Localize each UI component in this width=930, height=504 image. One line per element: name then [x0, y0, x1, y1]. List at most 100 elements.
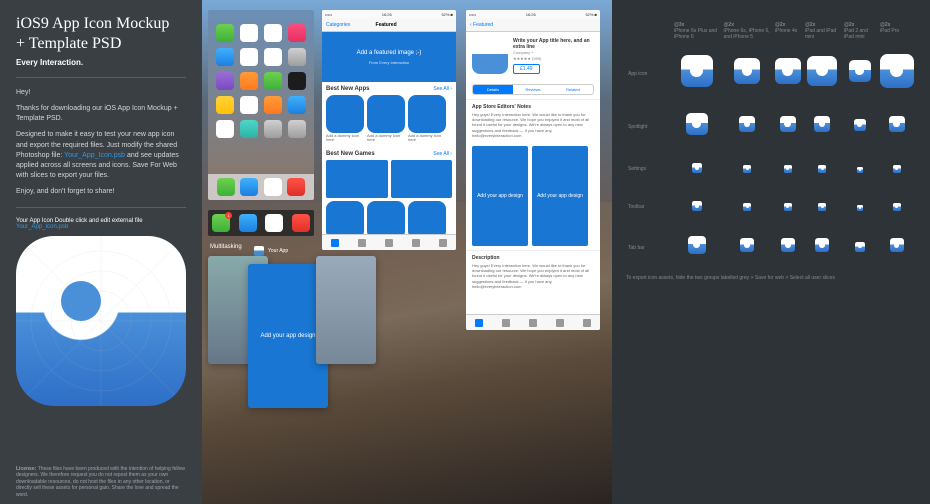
mockup-multitasking: Your App Add your app design: [208, 256, 388, 436]
game-tile[interactable]: [326, 160, 388, 198]
app-rating: ★★★★★ (999): [513, 56, 594, 61]
home-icon[interactable]: [264, 72, 282, 90]
nav-title: Featured: [350, 22, 422, 28]
home-icon[interactable]: [240, 72, 258, 90]
app-icon[interactable]: [472, 38, 508, 74]
seg-details[interactable]: Details: [473, 85, 513, 94]
home-icon[interactable]: [288, 120, 306, 138]
intro-p3: Enjoy, and don't forget to share!: [16, 187, 186, 197]
seg-related[interactable]: Related: [553, 85, 593, 94]
license-text: License: These files have been produced …: [16, 466, 186, 499]
icon-size-sample: [688, 236, 706, 254]
nav-bar: ‹ Featured: [466, 18, 600, 32]
icon-size-sample: [740, 238, 754, 252]
price-button[interactable]: £1.49: [513, 64, 540, 74]
psb-link-2[interactable]: Your_App_Icon.psb: [16, 224, 68, 230]
badge: 1: [225, 212, 232, 219]
greeting: Hey!: [16, 88, 186, 98]
nav-categories[interactable]: Categories: [326, 22, 350, 28]
tab-item[interactable]: [412, 239, 420, 247]
spec-col-header: @2xiPad 2 and iPad mini: [842, 18, 878, 44]
game-tile[interactable]: [391, 160, 453, 198]
see-all-link[interactable]: See All ›: [433, 151, 452, 157]
dock-icon-safari[interactable]: [265, 214, 283, 232]
dock-icon-music[interactable]: [292, 214, 310, 232]
home-icon[interactable]: [264, 24, 282, 42]
app-tile[interactable]: Add a dummy icon here: [367, 95, 405, 143]
app-icon-preview-large[interactable]: [16, 236, 186, 406]
export-footnote: To export icon assets, hide the two grou…: [626, 275, 916, 281]
home-icon[interactable]: [216, 120, 234, 138]
icon-size-sample: [784, 165, 792, 173]
homescreen-dock: [208, 174, 314, 200]
app-tile[interactable]: Add a dummy icon here: [408, 95, 446, 143]
home-icon[interactable]: [288, 24, 306, 42]
dock-preview: 1: [208, 210, 314, 236]
tab-item[interactable]: [385, 239, 393, 247]
home-icon[interactable]: [216, 24, 234, 42]
tab-item[interactable]: [529, 319, 537, 327]
homescreen-icon-grid: [208, 10, 314, 142]
screenshots-row: Add your app design Add your app design: [466, 142, 600, 250]
home-icon[interactable]: [240, 120, 258, 138]
nav-back[interactable]: ‹ Featured: [470, 22, 493, 28]
tab-item[interactable]: [556, 319, 564, 327]
tab-featured[interactable]: [475, 319, 483, 327]
home-icon[interactable]: [216, 96, 234, 114]
mockup-homescreen: [208, 10, 314, 200]
tab-featured[interactable]: [331, 239, 339, 247]
home-icon[interactable]: [240, 48, 258, 66]
status-bar: •••••16:2652% ■: [322, 10, 456, 18]
dock-icon-mail[interactable]: [239, 214, 257, 232]
multitask-card[interactable]: [316, 256, 376, 364]
screenshot[interactable]: Add your app design: [532, 146, 588, 246]
see-all-link[interactable]: See All ›: [433, 86, 452, 92]
home-icon[interactable]: [264, 96, 282, 114]
icon-size-sample: [739, 116, 755, 132]
dock-icon[interactable]: [240, 178, 258, 196]
status-bar: •••••16:2652% ■: [466, 10, 600, 18]
home-icon[interactable]: [288, 96, 306, 114]
home-icon[interactable]: [216, 48, 234, 66]
dock-icon[interactable]: [217, 178, 235, 196]
icon-size-sample: [889, 116, 905, 132]
app-company[interactable]: Company +: [513, 50, 594, 55]
icon-size-sample: [815, 238, 829, 252]
icon-size-sample: [857, 205, 863, 211]
home-icon[interactable]: [240, 96, 258, 114]
icon-size-sample: [743, 203, 751, 211]
icon-size-sample: [890, 238, 904, 252]
home-icon[interactable]: [264, 120, 282, 138]
editors-notes: App Store Editors' Notes Hey guys! Every…: [466, 99, 600, 142]
description-section: Description Hey guys! Every Interaction …: [466, 250, 600, 293]
home-icon[interactable]: [288, 72, 306, 90]
home-icon[interactable]: [288, 48, 306, 66]
icon-size-sample: [686, 113, 708, 135]
screenshot[interactable]: Add your app design: [472, 146, 528, 246]
icon-size-sample: [857, 167, 863, 173]
tab-item[interactable]: [439, 239, 447, 247]
app-tile[interactable]: Add a dummy icon here: [326, 95, 364, 143]
segmented-control: Details Reviews Related: [472, 84, 594, 95]
icon-size-sample: [880, 54, 914, 88]
dock-icon[interactable]: [264, 178, 282, 196]
spec-col-header: @2xiPad and iPad mini: [803, 18, 842, 44]
icon-size-sample: [854, 119, 866, 131]
divider: [16, 207, 186, 208]
home-icon[interactable]: [216, 72, 234, 90]
home-icon[interactable]: [240, 24, 258, 42]
icon-size-sample: [893, 165, 901, 173]
seg-reviews[interactable]: Reviews: [513, 85, 553, 94]
spec-row-label: Spotlight: [626, 103, 672, 150]
tab-item[interactable]: [583, 319, 591, 327]
dock-icon[interactable]: [287, 178, 305, 196]
tab-item[interactable]: [358, 239, 366, 247]
dock-icon-messages[interactable]: 1: [212, 214, 230, 232]
spec-row-label: App icon: [626, 44, 672, 103]
brand-subtitle: Every Interaction.: [16, 58, 186, 67]
tab-item[interactable]: [502, 319, 510, 327]
featured-hero[interactable]: Add a featured image ;-) From Every Inte…: [322, 32, 456, 82]
home-icon[interactable]: [264, 48, 282, 66]
psb-link[interactable]: Your_App_Icon.psb: [64, 152, 125, 159]
icon-size-sample: [692, 201, 702, 211]
